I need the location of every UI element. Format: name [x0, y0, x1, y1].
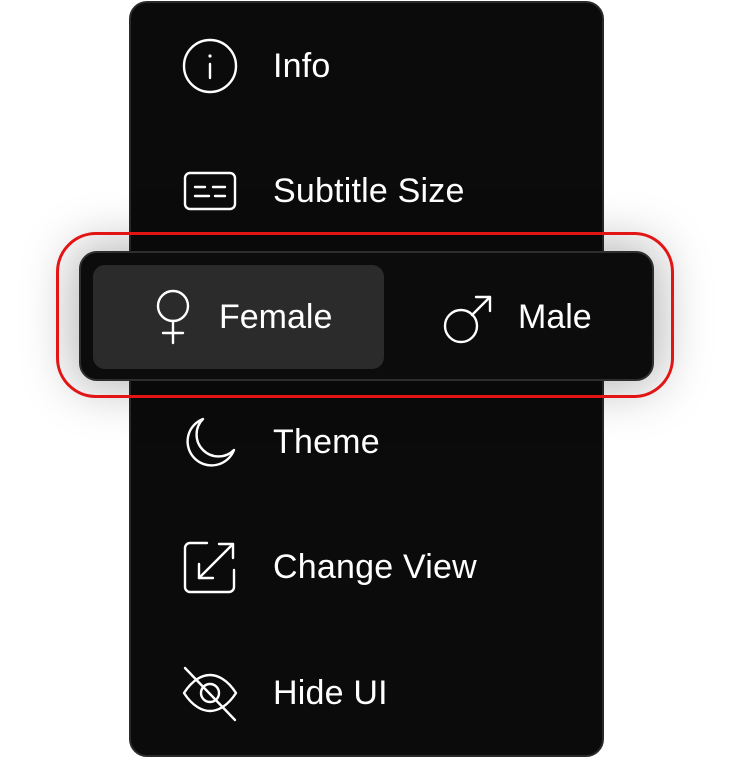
menu-item-info[interactable]: Info	[131, 26, 602, 106]
menu-item-label: Subtitle Size	[273, 171, 465, 210]
male-symbol-icon	[440, 287, 496, 347]
menu-item-label: Info	[273, 46, 331, 85]
female-option[interactable]: Female	[93, 265, 384, 369]
male-label: Male	[518, 297, 592, 336]
subtitles-icon	[181, 162, 239, 220]
moon-icon	[181, 413, 239, 471]
menu-item-label: Hide UI	[273, 673, 388, 712]
resize-arrow-icon	[181, 538, 239, 596]
female-label: Female	[219, 297, 333, 336]
female-symbol-icon	[145, 287, 201, 347]
menu-item-label: Theme	[273, 422, 380, 461]
eye-off-icon	[181, 664, 239, 722]
menu-item-label: Change View	[273, 547, 477, 586]
menu-item-hide-ui[interactable]: Hide UI	[131, 653, 602, 733]
menu-item-change-view[interactable]: Change View	[131, 527, 602, 607]
info-icon	[181, 37, 239, 95]
gender-toggle: Female Male	[79, 251, 654, 381]
male-option[interactable]: Male	[384, 265, 642, 369]
menu-item-subtitle-size[interactable]: Subtitle Size	[131, 151, 602, 231]
menu-item-theme[interactable]: Theme	[131, 402, 602, 482]
